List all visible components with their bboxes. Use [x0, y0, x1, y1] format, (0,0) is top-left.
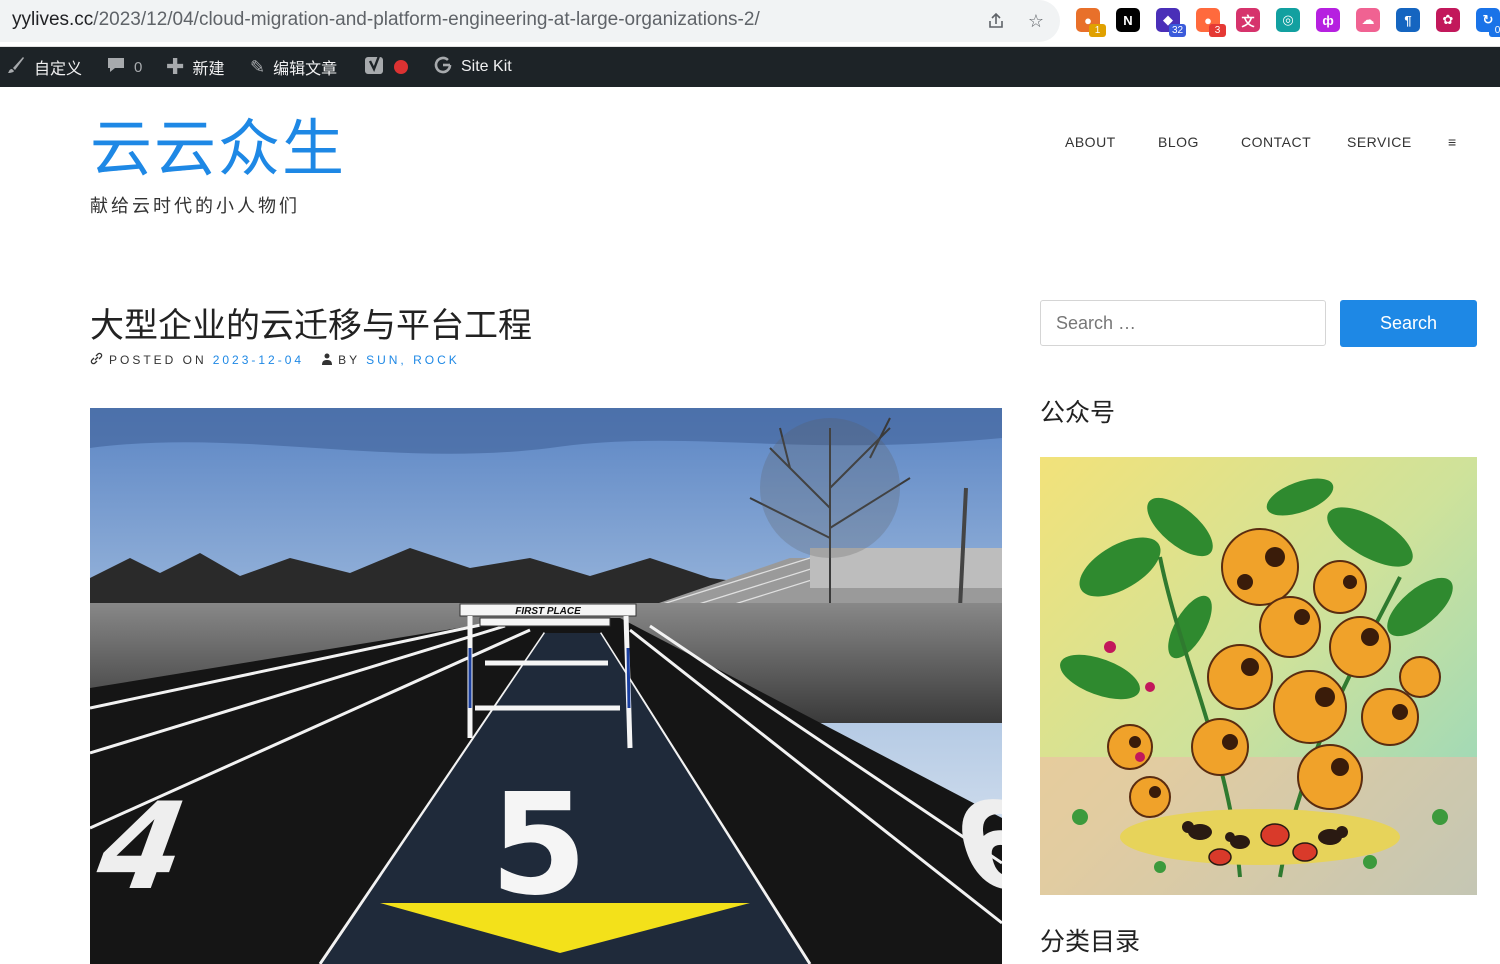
extension-1-extension-icon[interactable]: ● 1: [1076, 8, 1106, 37]
by-label: BY: [338, 353, 361, 367]
comment-bubble-icon: [106, 55, 126, 80]
extension-7-glyph: ф: [1322, 12, 1334, 28]
admin-edit-post[interactable]: ✎ 编辑文章: [250, 47, 337, 87]
notion-glyph: N: [1123, 12, 1133, 28]
plus-icon: ✚: [166, 54, 185, 79]
author-icon: [322, 353, 333, 368]
url-path: /2023/12/04/cloud-migration-and-platform…: [93, 9, 760, 30]
admin-customize-label: 自定义: [34, 61, 83, 78]
extension-3-extension-icon[interactable]: ◆ 32: [1156, 8, 1186, 37]
search-input[interactable]: [1040, 300, 1326, 346]
browser-toolbar: yylives.cc/2023/12/04/cloud-migration-an…: [0, 0, 1500, 47]
admin-edit-label: 编辑文章: [273, 61, 338, 78]
nav-service[interactable]: SERVICE: [1347, 134, 1412, 150]
extension-7-extension-icon[interactable]: ф: [1316, 8, 1340, 32]
url-text[interactable]: yylives.cc/2023/12/04/cloud-migration-an…: [12, 9, 760, 31]
bookmark-star-icon[interactable]: ☆: [1023, 8, 1049, 34]
post-title: 大型企业的云迁移与平台工程: [90, 307, 532, 345]
url-host: yylives.cc: [12, 9, 94, 30]
yoast-icon: [364, 54, 386, 81]
site-kit-label: Site Kit: [461, 58, 512, 75]
extension-9-glyph: ¶: [1404, 12, 1412, 28]
link-icon: [90, 352, 103, 368]
extension-9-extension-icon[interactable]: ¶: [1396, 8, 1420, 32]
widget-title-wechat: 公众号: [1040, 399, 1116, 427]
search-button[interactable]: Search: [1340, 300, 1477, 347]
comments-count: 0: [134, 58, 143, 76]
admin-customize[interactable]: 自定义: [6, 47, 82, 87]
extension-8-glyph: ☁: [1361, 12, 1375, 27]
site-title[interactable]: 云云众生: [90, 118, 346, 180]
nav-menu-toggle-icon[interactable]: ≡: [1448, 134, 1457, 150]
post-author-link[interactable]: SUN, ROCK: [366, 353, 460, 367]
extension-1-badge: 1: [1089, 24, 1106, 37]
post-date-link[interactable]: 2023-12-04: [213, 353, 304, 367]
nav-contact[interactable]: CONTACT: [1241, 134, 1311, 150]
nav-about[interactable]: ABOUT: [1065, 134, 1116, 150]
site-tagline: 献给云时代的小人物们: [90, 196, 300, 216]
address-bar[interactable]: yylives.cc/2023/12/04/cloud-migration-an…: [0, 0, 1060, 42]
extension-6-extension-icon[interactable]: ◎: [1276, 8, 1300, 32]
extension-8-extension-icon[interactable]: ☁: [1356, 8, 1380, 32]
notion-extension-icon[interactable]: N: [1116, 8, 1140, 32]
openai-extension-icon[interactable]: ✿: [1436, 8, 1460, 32]
admin-new-content[interactable]: ✚ 新建: [166, 47, 224, 87]
posted-on-label: POSTED ON: [109, 353, 207, 367]
seo-status-dot: [394, 60, 408, 74]
translate-glyph: 文: [1241, 13, 1255, 29]
wp-admin-bar: 自定义 0 ✚ 新建 ✎ 编辑文章 Site Kit: [0, 47, 1500, 87]
openai-glyph: ✿: [1442, 12, 1454, 27]
admin-site-kit[interactable]: Site Kit: [433, 47, 512, 87]
extension-4-extension-icon[interactable]: ● 3: [1196, 8, 1226, 37]
featured-image: FIRST PLACE 4 5 6: [90, 408, 1002, 964]
post-meta: POSTED ON 2023-12-04 BY SUN, ROCK: [90, 352, 460, 368]
hurdle-text: FIRST PLACE: [515, 606, 581, 617]
admin-new-label: 新建: [192, 61, 225, 78]
extension-3-badge: 32: [1169, 24, 1186, 37]
translate-extension-icon[interactable]: 文: [1236, 8, 1260, 32]
share-icon[interactable]: [983, 8, 1009, 34]
wechat-image: [1040, 457, 1477, 895]
nav-blog[interactable]: BLOG: [1158, 134, 1199, 150]
paintbrush-icon: [6, 55, 26, 80]
pencil-icon: ✎: [250, 56, 266, 77]
admin-comments[interactable]: 0: [106, 47, 142, 87]
extension-11-badge: 0: [1489, 24, 1500, 37]
google-g-icon: [433, 55, 453, 80]
extension-4-badge: 3: [1209, 24, 1226, 37]
widget-title-categories: 分类目录: [1040, 928, 1141, 956]
lane-number-5: 5: [490, 764, 587, 927]
extension-11-extension-icon[interactable]: ↻ 0: [1476, 8, 1500, 37]
admin-yoast-seo[interactable]: [364, 47, 408, 87]
extension-6-glyph: ◎: [1282, 12, 1294, 27]
